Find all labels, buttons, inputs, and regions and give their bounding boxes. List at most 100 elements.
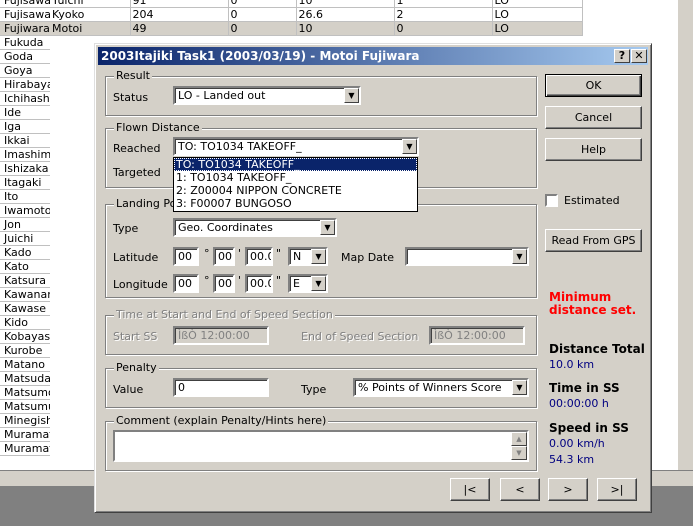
latitude-seconds-value: 00.0 [250,250,273,263]
latitude-degrees-input[interactable]: 00 [173,247,199,266]
second-symbol: " [276,247,282,260]
data-table: FujisawaYuichi910101LOFujisawaKyoko20402… [50,0,583,36]
sheet-name-cell: Kawase [0,302,50,316]
first-icon: |< [463,483,477,496]
chevron-down-icon[interactable]: ▼ [512,249,527,264]
longitude-minutes-input[interactable]: 00 [213,274,235,293]
first-record-button[interactable]: |< [450,478,490,501]
latitude-direction-select[interactable]: N ▼ [288,247,328,266]
chevron-down-icon[interactable]: ▼ [311,276,326,291]
latitude-degrees-value: 00 [178,250,192,263]
degree-symbol: ° [204,247,210,260]
ok-label: OK [585,79,602,92]
end-ss-value: ÌßÒ 12:00:00 [434,329,506,342]
sheet-name-cell: Juichi [0,232,50,246]
table-cell: 49 [130,21,229,36]
degree-symbol: ° [204,274,210,287]
sheet-name-cell: Goda [0,50,50,64]
comment-textarea[interactable]: ▲ ▼ [113,430,529,462]
penalty-value: 0 [178,381,185,394]
read-from-gps-button[interactable]: Read From GPS [545,229,642,252]
reached-option[interactable]: 1: TO1034 TAKEOFF_ [174,171,417,184]
chevron-down-icon[interactable]: ▼ [320,220,335,235]
penalty-value-label: Value [113,383,144,396]
table-row[interactable]: FujisawaKyoko204026.62LO [50,7,583,22]
landing-type-select[interactable]: Geo. Coordinates ▼ [173,218,337,237]
reached-value: TO: TO1034 TAKEOFF_ [178,140,302,153]
reached-select[interactable]: TO: TO1034 TAKEOFF_ ▼ [173,137,419,156]
help-button[interactable]: Help [545,138,642,161]
ok-button[interactable]: OK [545,74,642,97]
help-title-button[interactable]: ? [614,49,630,63]
table-cell: LO [492,7,583,22]
table-cell: 0 [394,21,493,36]
latitude-seconds-input[interactable]: 00.0 [245,247,273,266]
reached-option[interactable]: TO: TO1034 TAKEOFF_ [174,158,417,171]
longitude-minutes-value: 00 [218,277,232,290]
table-cell: 91 [130,0,229,8]
minute-symbol: ' [238,274,242,287]
dialog-title: 2003Itajiki Task1 (2003/03/19) - Motoi F… [101,49,420,63]
table-cell: 26.6 [296,7,395,22]
previous-icon: < [515,483,525,496]
penalty-value-input[interactable]: 0 [173,378,269,397]
reached-option[interactable]: 3: F00007 BUNGOSO [174,197,417,210]
sheet-name-cell: Kawanan [0,288,50,302]
status-select[interactable]: LO - Landed out ▼ [173,86,361,105]
estimated-checkbox[interactable] [545,194,558,207]
close-button[interactable]: ✕ [631,49,647,63]
status-label: Status [113,91,149,104]
table-cell: LO [492,0,583,8]
second-symbol: " [276,274,282,287]
chevron-down-icon[interactable]: ▼ [344,88,359,103]
longitude-seconds-input[interactable]: 00.0 [245,274,273,293]
last-icon: >| [610,483,624,496]
end-ss-label: End of Speed Section [301,330,419,343]
time-in-ss-title: Time in SS [549,381,620,395]
chevron-down-icon[interactable]: ▼ [311,249,326,264]
table-row[interactable]: FujisawaYuichi910101LO [50,0,583,8]
comment-scrollbar[interactable]: ▲ ▼ [511,432,527,460]
result-group-label: Result [114,69,152,82]
time-in-ss-value: 00:00:00 h [549,397,609,410]
chevron-down-icon[interactable]: ▼ [402,139,417,154]
previous-record-button[interactable]: < [500,478,540,501]
distance-total-value: 10.0 km [549,358,595,371]
table-cell: 2 [394,7,493,22]
map-date-select[interactable]: ▼ [405,247,529,266]
latitude-minutes-input[interactable]: 00 [213,247,235,266]
sheet-name-cell: Hirabaya [0,78,50,92]
longitude-label: Longitude [113,278,168,291]
estimated-label: Estimated [564,194,620,207]
distance-total-title: Distance Total [549,342,645,356]
sheet-name-cell: Ichihash [0,92,50,106]
sheet-vertical-scrollbar[interactable] [677,0,693,470]
sheet-name-cell: Matsumu [0,400,50,414]
sheet-name-cell: Ishizaka [0,162,50,176]
sheet-name-cell: Goya [0,64,50,78]
dialog-titlebar: 2003Itajiki Task1 (2003/03/19) - Motoi F… [98,47,648,65]
scroll-up-icon[interactable]: ▲ [511,432,527,446]
start-ss-label: Start SS [113,330,158,343]
longitude-direction-select[interactable]: E ▼ [288,274,328,293]
longitude-degrees-input[interactable]: 00 [173,274,199,293]
table-row[interactable]: FujiwaraMotoi490100LO [50,21,583,36]
sheet-name-cell: Kurobe [0,344,50,358]
next-record-button[interactable]: > [548,478,588,501]
landing-type-value: Geo. Coordinates [178,221,273,234]
latitude-direction-value: N [293,250,302,263]
sheet-name-cell: Ikkai [0,134,50,148]
scroll-down-icon[interactable]: ▼ [511,446,527,460]
help-label: Help [580,143,607,156]
table-cell: 204 [130,7,229,22]
flown-distance-group-label: Flown Distance [114,121,202,134]
cancel-button[interactable]: Cancel [545,106,642,129]
table-cell: 0 [228,21,297,36]
reached-option[interactable]: 2: Z00004 NIPPON CONCRETE [174,184,417,197]
chevron-down-icon[interactable]: ▼ [512,380,527,395]
sheet-name-cell: Fukuda [0,36,50,50]
close-icon: ✕ [634,49,644,62]
last-record-button[interactable]: >| [597,478,637,501]
sheet-name-cell: Kado [0,246,50,260]
penalty-type-select[interactable]: % Points of Winners Score ▼ [353,378,529,397]
